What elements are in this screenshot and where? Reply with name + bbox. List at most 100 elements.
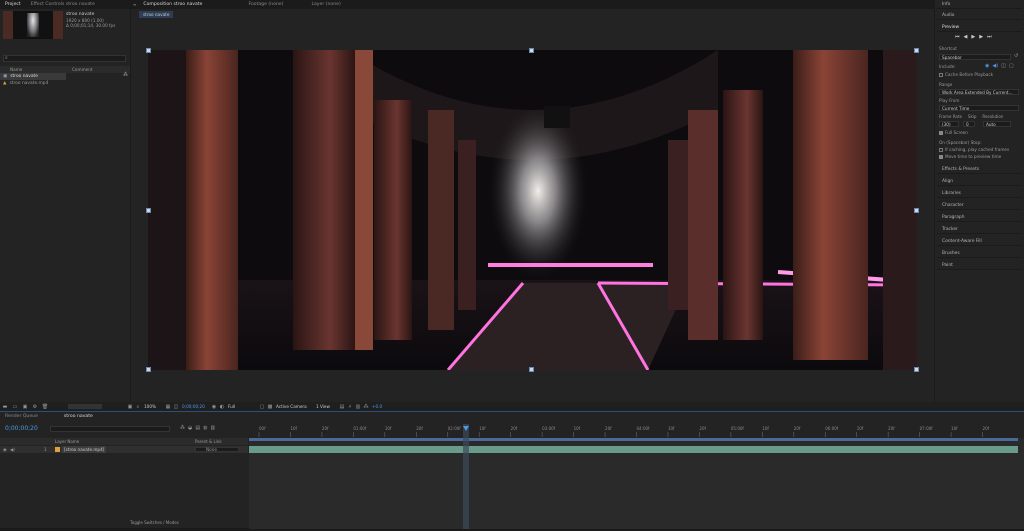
checkbox[interactable] (939, 154, 943, 159)
playhead[interactable] (463, 424, 469, 529)
bpc-slider[interactable] (68, 404, 102, 409)
cache-checkbox[interactable]: Cache Before Playback (939, 72, 993, 77)
next-frame-icon[interactable]: ▶ (979, 34, 983, 40)
info-panel-header[interactable]: Info (937, 1, 1022, 9)
project-settings-icon[interactable]: ⚙ (30, 404, 40, 410)
lock-icon[interactable]: ≡ (131, 2, 138, 7)
toggle-switches-label[interactable]: Toggle Switches / Modes (130, 520, 179, 525)
camera-select[interactable]: Active Camera (274, 404, 314, 410)
interpret-footage-icon[interactable]: ▬ (0, 404, 10, 410)
paint-header[interactable]: Paint (937, 262, 1022, 270)
work-area-bar[interactable] (249, 438, 1018, 441)
paragraph-header[interactable]: Paragraph (937, 214, 1022, 222)
visibility-eye-icon[interactable]: ◉ (3, 446, 7, 453)
comp-flow-icon[interactable]: ⁂ (180, 425, 185, 431)
parent-select[interactable]: None (195, 447, 239, 452)
tab-layer[interactable]: Layer (none) (306, 2, 345, 7)
time-ruler[interactable]: 00f 10f 20f 01:00f 10f 20f 02:00f 10f 20f 03:00f 1… (249, 424, 1024, 529)
shortcut-select[interactable]: Spacebar (939, 54, 1011, 60)
resolution-select[interactable]: Auto (983, 121, 1011, 127)
layer-row[interactable]: ◉ ◀) 1 [stroo navate.mp4] None (0, 446, 248, 453)
transform-handle[interactable] (914, 208, 919, 213)
tab-render-queue[interactable]: Render Queue (0, 414, 43, 419)
prev-frame-icon[interactable]: ◀ (964, 34, 968, 40)
grid-icon[interactable]: ▦ (164, 404, 172, 410)
play-from-select[interactable]: Current Time (939, 105, 1019, 111)
range-select[interactable]: Work Area Extended By Current... (939, 89, 1019, 95)
transparency-grid-icon[interactable]: ▩ (266, 404, 274, 410)
transform-handle[interactable] (914, 48, 919, 53)
content-aware-fill-header[interactable]: Content-Aware Fill (937, 238, 1022, 246)
layer-name-column[interactable]: Layer Name (55, 438, 79, 445)
tab-composition[interactable]: Composition stroo navate (138, 2, 207, 7)
transform-handle[interactable] (914, 367, 919, 372)
audio-panel-header[interactable]: Audio (937, 12, 1022, 20)
delete-icon[interactable]: 🗑 (40, 404, 50, 410)
parent-column[interactable]: Parent & Link (195, 438, 222, 445)
character-header[interactable]: Character (937, 202, 1022, 210)
preview-panel-header[interactable]: Preview (937, 24, 1022, 32)
checkbox[interactable] (939, 130, 943, 135)
first-frame-icon[interactable]: ⏮ (955, 34, 960, 40)
transform-handle[interactable] (146, 208, 151, 213)
transform-handle[interactable] (529, 48, 534, 53)
layer-controls-icon[interactable]: ▢ (1009, 63, 1014, 69)
timeline-track-area[interactable]: 00f 10f 20f 01:00f 10f 20f 02:00f 10f 20f 03:00f 1… (249, 424, 1024, 529)
toggle-pixel-icon[interactable]: ▤ (338, 404, 346, 410)
skip-input[interactable]: 0 (963, 121, 975, 127)
new-folder-icon[interactable]: ▭ (10, 404, 20, 410)
snapshot-icon[interactable]: ▣ (126, 404, 134, 410)
column-name[interactable]: Name (0, 66, 62, 73)
timeline-icon[interactable]: ▥ (354, 404, 362, 410)
list-item[interactable]: ▣ stroo navate (0, 73, 66, 80)
color-icon[interactable]: ◐ (218, 404, 226, 410)
views-select[interactable]: 1 View (314, 404, 338, 410)
layer-duration-bar[interactable] (249, 446, 1018, 453)
tab-project[interactable]: Project (0, 2, 26, 7)
magnify-icon[interactable]: ⌕ (134, 404, 142, 410)
transform-handle[interactable] (146, 48, 151, 53)
new-comp-icon[interactable]: ▣ (20, 404, 30, 410)
project-search-input[interactable]: ⌕ (3, 55, 126, 62)
tab-effect-controls[interactable]: Effect Controls stroo navate (26, 2, 100, 7)
breadcrumb[interactable]: stroo navate (139, 11, 174, 18)
effects-presets-header[interactable]: Effects & Presets (937, 166, 1022, 174)
composition-viewer[interactable] (148, 50, 917, 370)
video-toggle-icon[interactable]: ◉ (985, 63, 989, 69)
checkbox[interactable] (939, 147, 943, 152)
flowchart-icon[interactable]: ⁂ (123, 72, 128, 78)
overlay-toggle-icon[interactable]: ◫ (1001, 63, 1006, 69)
move-time-checkbox[interactable]: Move time to preview time (939, 154, 1001, 159)
align-header[interactable]: Align (937, 178, 1022, 186)
camera-icon[interactable]: ◉ (210, 404, 218, 410)
layer-search-input[interactable] (50, 426, 170, 432)
fast-previews-icon[interactable]: ⚡ (346, 404, 354, 410)
audio-speaker-icon[interactable]: ◀) (10, 446, 15, 453)
frame-rate-select[interactable]: (30) (939, 121, 959, 127)
libraries-header[interactable]: Libraries (937, 190, 1022, 198)
layer-name[interactable]: [stroo navate.mp4] (62, 446, 107, 453)
mask-icon[interactable]: ◫ (172, 404, 180, 410)
tracker-header[interactable]: Tracker (937, 226, 1022, 234)
tab-timeline-comp[interactable]: stroo navate (59, 414, 98, 419)
play-icon[interactable]: ▶ (971, 34, 975, 40)
brushes-header[interactable]: Brushes (937, 250, 1022, 258)
if-caching-checkbox[interactable]: If caching, play cached frames (939, 147, 1009, 152)
exposure-value[interactable]: +0.0 (370, 404, 388, 410)
list-item[interactable]: ▲ stroo navate.mp4 (0, 80, 130, 87)
motion-blur-icon[interactable]: ◍ (203, 425, 207, 431)
zoom-select[interactable]: 100% (142, 404, 164, 410)
roi-icon[interactable]: ▢ (258, 404, 266, 410)
shy-icon[interactable]: ◒ (188, 425, 192, 431)
transform-handle[interactable] (146, 367, 151, 372)
resolution-select[interactable]: Full (226, 404, 258, 410)
current-time-display[interactable]: 0;00;00;20 (180, 404, 210, 410)
flowchart-icon[interactable]: ⁂ (362, 404, 370, 410)
graph-editor-icon[interactable]: ▥ (210, 425, 215, 431)
column-comment[interactable]: Comment (62, 66, 93, 73)
transform-handle[interactable] (529, 367, 534, 372)
audio-toggle-icon[interactable]: ◀) (992, 63, 998, 69)
timeline-timecode[interactable]: 0;00;00;20 (5, 425, 38, 432)
last-frame-icon[interactable]: ⏭ (987, 34, 992, 40)
full-screen-checkbox[interactable]: Full Screen (939, 130, 968, 135)
